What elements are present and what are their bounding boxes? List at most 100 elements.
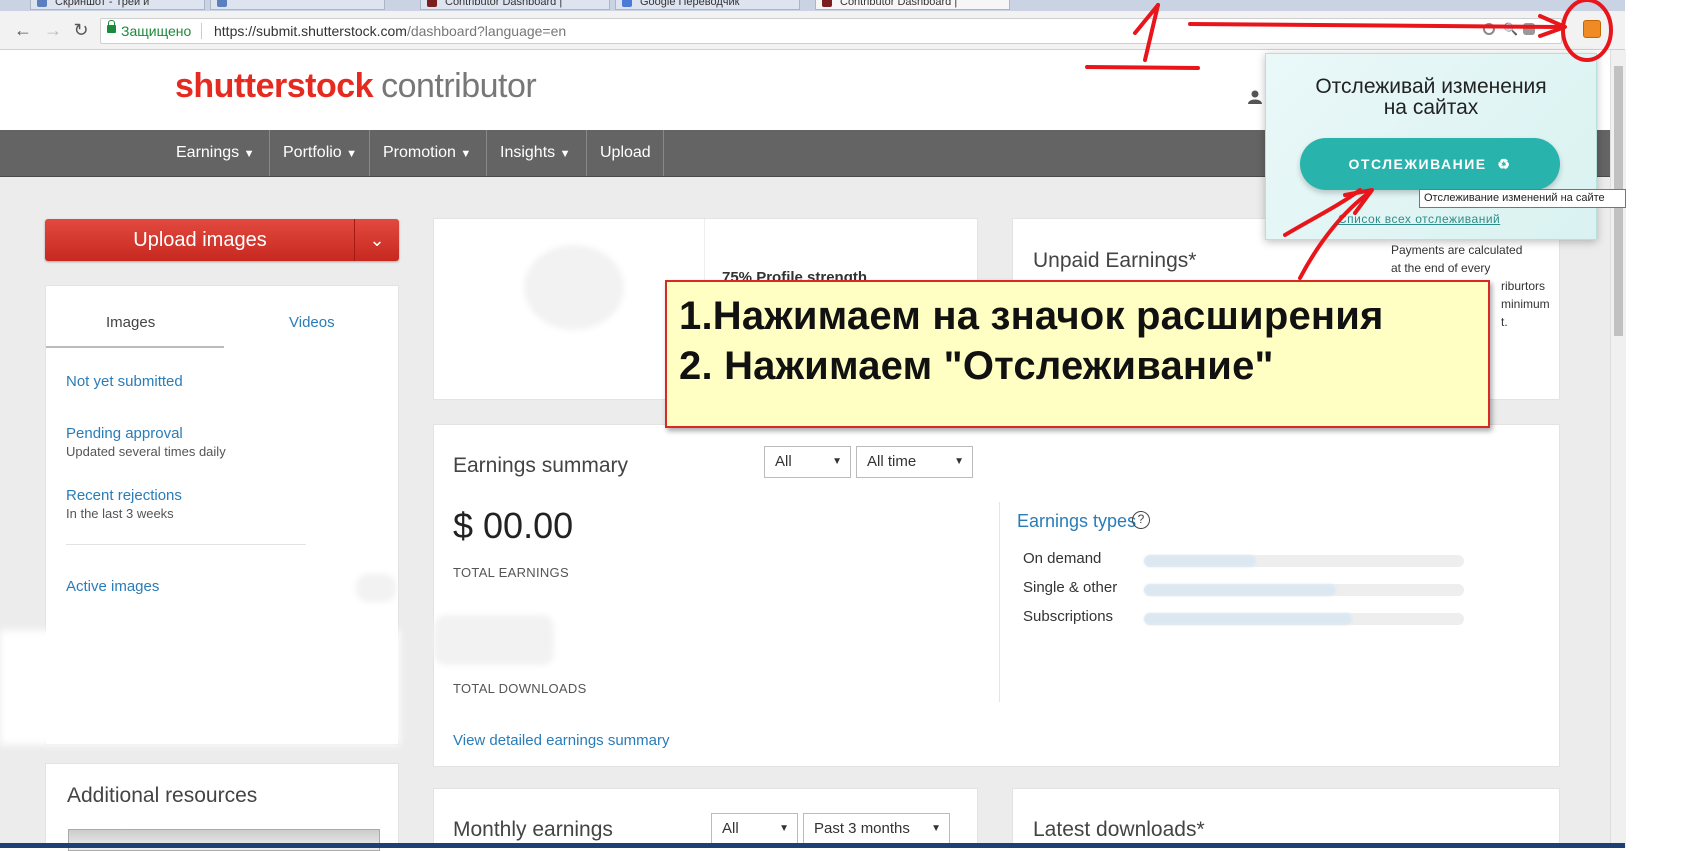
browser-toolbar: ← → ↻ Защищено https://submit.shuttersto… (0, 11, 1625, 50)
blocked-icon[interactable] (1483, 23, 1495, 35)
nav-label: Earnings (176, 144, 240, 161)
caret-down-icon: ▼ (931, 823, 941, 834)
earnings-type-bar (1144, 555, 1464, 567)
reload-icon[interactable]: ↻ (70, 19, 92, 41)
underline-stroke (1085, 65, 1200, 70)
tab-label: Contributor Dashboard | (840, 0, 958, 8)
earnings-summary-card: Earnings summary All ▼ All time ▼ $ 00.00 … (433, 424, 1560, 767)
browser-tab-active[interactable]: Contributor Dashboard | (815, 0, 1010, 10)
earnings-types-title[interactable]: Earnings types (1017, 511, 1136, 532)
tab-images[interactable]: Images (106, 314, 155, 331)
nav-label: Promotion (383, 144, 456, 161)
tab-favicon-icon (217, 0, 227, 7)
nav-earnings[interactable]: Earnings ▼ (163, 130, 270, 176)
start-tracking-button[interactable]: ОТСЛЕЖИВАНИЕ ♻ (1300, 138, 1560, 190)
tracker-extension-popup: Отслеживай изменения на сайтах ОТСЛЕЖИВА… (1265, 53, 1597, 240)
forward-arrow-icon[interactable]: → (42, 19, 64, 41)
divider (999, 502, 1000, 702)
select-value: Past 3 months (814, 820, 910, 837)
earnings-type-bar (1144, 613, 1464, 625)
earnings-type-label: Subscriptions (1023, 608, 1114, 625)
tab-label: Contributor Dashboard | (445, 0, 563, 8)
unpaid-title: Unpaid Earnings* (1033, 249, 1197, 272)
browser-tab[interactable]: Скриншот - Трей и (30, 0, 205, 10)
earnings-type-select[interactable]: All ▼ (764, 446, 851, 478)
blurred-count (356, 574, 396, 602)
divider (201, 23, 202, 39)
browser-tab-strip: Скриншот - Трей и Contributor Dashboard … (0, 0, 1625, 11)
nav-label: Upload (600, 144, 651, 161)
popup-title-line: Отслеживай изменения (1315, 75, 1547, 98)
page-scrollbar[interactable] (1610, 50, 1626, 848)
instruction-callout: 1.Нажимаем на значок расширения 2. Нажим… (665, 280, 1490, 428)
latest-downloads-title: Latest downloads* (1033, 818, 1205, 841)
nav-promotion[interactable]: Promotion ▼ (370, 130, 487, 176)
tab-indicator (46, 346, 224, 348)
tab-label: Скриншот - Трей и (55, 0, 150, 8)
nav-insights[interactable]: Insights ▼ (487, 130, 587, 176)
active-images-link[interactable]: Active images (66, 578, 159, 595)
latest-downloads-card: Latest downloads* (1012, 788, 1560, 848)
resources-title: Additional resources (67, 784, 258, 807)
os-taskbar (0, 843, 1625, 848)
upload-images-button[interactable]: Upload images ⌄ (45, 219, 399, 261)
browser-tab[interactable] (210, 0, 385, 10)
rejections-subtext: In the last 3 weeks (66, 506, 174, 521)
earnings-type-bar (1144, 584, 1464, 596)
nav-upload[interactable]: Upload (587, 130, 664, 176)
site-logo[interactable]: shutterstock contributor (175, 66, 537, 106)
url-host: https://submit.shutterstock.com (214, 23, 407, 39)
logo-brand: shutterstock (175, 67, 374, 105)
all-trackings-link[interactable]: Список всех отслеживаний (1338, 212, 1500, 226)
help-icon[interactable]: ? (1132, 511, 1150, 529)
lock-icon (107, 20, 116, 33)
tab-favicon-icon (427, 0, 437, 7)
instruction-line: 1.Нажимаем на значок расширения (679, 294, 1384, 338)
chevron-down-icon: ▼ (559, 148, 571, 160)
user-icon[interactable] (1248, 90, 1262, 104)
nav-portfolio[interactable]: Portfolio ▼ (270, 130, 370, 176)
browser-tab[interactable]: Google Переводчик (615, 0, 800, 10)
monthly-earnings-card: Monthly earnings All ▼ Past 3 months ▼ (433, 788, 978, 848)
tab-videos[interactable]: Videos (289, 314, 335, 331)
button-tooltip: Отслеживание изменений на сайте (1419, 189, 1626, 208)
tracker-extension-icon[interactable] (1583, 20, 1601, 38)
view-detailed-earnings-link[interactable]: View detailed earnings summary (453, 732, 670, 749)
monthly-earnings-title: Monthly earnings (453, 818, 613, 841)
select-value: All (775, 453, 792, 470)
caret-down-icon: ▼ (779, 823, 789, 834)
popup-title-line: на сайтах (1383, 96, 1479, 119)
tab-favicon-icon (37, 0, 47, 7)
chevron-down-icon[interactable]: ⌄ (354, 219, 399, 261)
earnings-type-bar-fill (1144, 584, 1336, 596)
earnings-summary-title: Earnings summary (453, 454, 629, 477)
blurred-downloads-value (434, 615, 554, 665)
upload-label: Upload images (133, 229, 267, 251)
total-earnings-value: $ 00.00 (453, 505, 574, 546)
address-bar[interactable]: Защищено https://submit.shutterstock.com… (100, 18, 1562, 44)
recent-rejections-link[interactable]: Recent rejections (66, 487, 182, 504)
earnings-type-label: Single & other (1023, 579, 1118, 596)
additional-resources-card: Additional resources (45, 763, 399, 851)
caret-down-icon: ▼ (954, 456, 964, 467)
browser-tab[interactable]: Contributor Dashboard | (420, 0, 610, 10)
url-text: https://submit.shutterstock.com/dashboar… (214, 19, 566, 43)
earnings-range-select[interactable]: All time ▼ (856, 446, 973, 478)
chevron-down-icon: ▼ (346, 148, 358, 160)
popup-title: Отслеживай изменения на сайтах (1266, 76, 1596, 118)
back-arrow-icon[interactable]: ← (12, 19, 34, 41)
monthly-type-select[interactable]: All ▼ (711, 813, 798, 845)
divider (66, 544, 306, 545)
note-line: Payments are calculated (1391, 243, 1523, 257)
not-yet-submitted-link[interactable]: Not yet submitted (66, 373, 183, 390)
button-label: ОТСЛЕЖИВАНИЕ (1348, 156, 1487, 172)
earnings-type-label: On demand (1023, 550, 1102, 567)
bookmark-icon[interactable] (1523, 23, 1535, 35)
earnings-type-bar-fill (1144, 613, 1352, 625)
zoom-icon[interactable]: 🔍 (1503, 23, 1518, 35)
total-downloads-label: TOTAL DOWNLOADS (453, 681, 587, 696)
pending-approval-link[interactable]: Pending approval (66, 425, 183, 442)
recycle-icon: ♻ (1497, 156, 1512, 172)
monthly-range-select[interactable]: Past 3 months ▼ (803, 813, 950, 845)
tab-favicon-icon (822, 0, 832, 7)
